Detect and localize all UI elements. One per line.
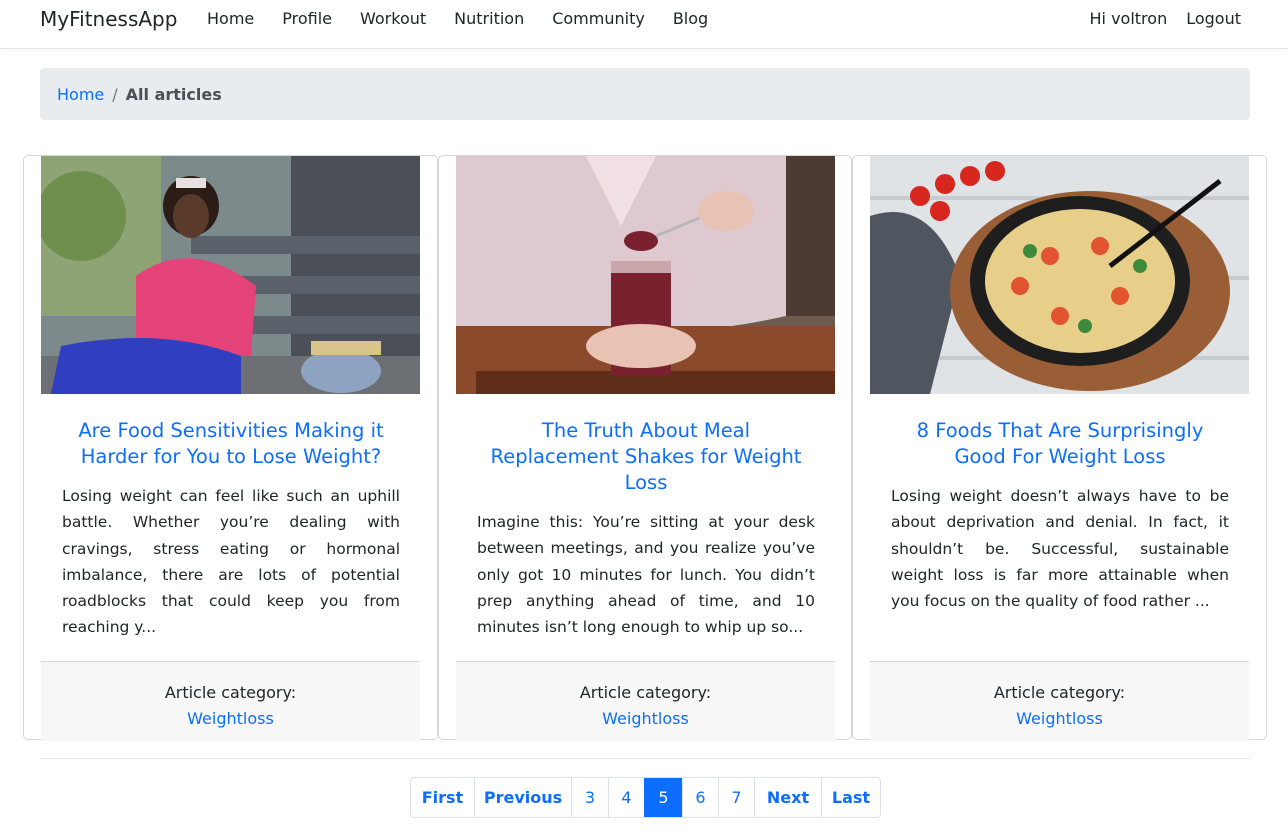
category-link[interactable]: Weightloss (41, 706, 420, 732)
logout-link[interactable]: Logout (1186, 9, 1241, 29)
article-card: 8 Foods That Are Surprisingly Good For W… (852, 155, 1267, 741)
pagination-page-current[interactable]: 5 (644, 778, 682, 817)
nav-link-workout[interactable]: Workout (346, 9, 440, 29)
article-card: The Truth About Meal Replacement Shakes … (438, 155, 852, 741)
article-image[interactable] (41, 156, 420, 394)
pagination-page[interactable]: 7 (718, 778, 754, 817)
category-link[interactable]: Weightloss (870, 706, 1249, 732)
nav-link-nutrition[interactable]: Nutrition (440, 9, 538, 29)
pagination-next[interactable]: Next (754, 778, 821, 817)
breadcrumb-current: All articles (125, 84, 222, 104)
user-greeting: Hi voltron (1089, 9, 1168, 28)
article-excerpt: Losing weight doesn’t always have to be … (891, 487, 1229, 611)
article-image[interactable] (456, 156, 835, 394)
breadcrumb: Home / All articles (40, 68, 1250, 120)
nav-links: Home Profile Workout Nutrition Community… (193, 9, 722, 29)
article-card-footer: Article category: Weightloss (41, 661, 420, 741)
user-menu: Hi voltron Logout (1090, 9, 1241, 29)
article-card-footer: Article category: Weightloss (456, 661, 835, 741)
pagination-previous[interactable]: Previous (474, 778, 571, 817)
category-link[interactable]: Weightloss (456, 706, 835, 732)
nav-link-profile[interactable]: Profile (268, 9, 346, 29)
pagination-first[interactable]: First (411, 778, 474, 817)
article-image[interactable] (870, 156, 1249, 394)
article-title-link[interactable]: The Truth About Meal Replacement Shakes … (477, 418, 815, 496)
pagination-page[interactable]: 3 (571, 778, 608, 817)
breadcrumb-home-link[interactable]: Home (57, 85, 104, 104)
article-title-link[interactable]: Are Food Sensitivities Making it Harder … (62, 418, 400, 470)
pagination-page[interactable]: 6 (682, 778, 718, 817)
nav-link-blog[interactable]: Blog (659, 9, 722, 29)
category-label: Article category: (164, 683, 297, 702)
article-card: Are Food Sensitivities Making it Harder … (23, 155, 438, 741)
pagination-page[interactable]: 4 (608, 778, 644, 817)
category-label: Article category: (579, 683, 712, 702)
pagination-last[interactable]: Last (821, 778, 880, 817)
article-excerpt: Losing weight can feel like such an uphi… (62, 487, 400, 637)
breadcrumb-separator: / (112, 84, 118, 104)
pagination: First Previous 3 4 5 6 7 Next Last (410, 777, 881, 818)
article-title-link[interactable]: 8 Foods That Are Surprisingly Good For W… (891, 418, 1229, 470)
category-label: Article category: (993, 683, 1126, 702)
nav-link-community[interactable]: Community (538, 9, 659, 29)
top-navbar: MyFitnessApp Home Profile Workout Nutrit… (0, 0, 1288, 49)
divider (40, 758, 1250, 759)
brand-logo[interactable]: MyFitnessApp (40, 7, 177, 31)
nav-link-home[interactable]: Home (193, 9, 268, 29)
article-card-footer: Article category: Weightloss (870, 661, 1249, 741)
article-excerpt: Imagine this: You’re sitting at your des… (477, 513, 815, 637)
